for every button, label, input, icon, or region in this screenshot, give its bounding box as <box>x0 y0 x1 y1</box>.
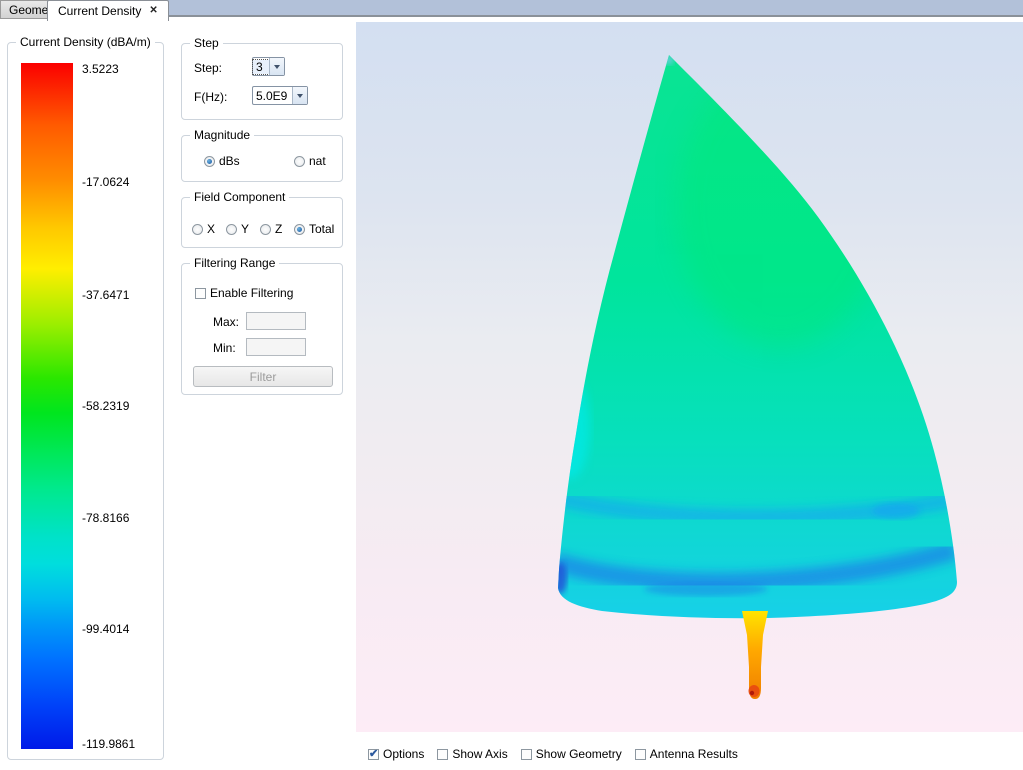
close-icon[interactable]: ✕ <box>149 6 157 16</box>
cone-tip-highlight <box>664 55 674 65</box>
radio-icon[interactable] <box>294 156 305 167</box>
step-dropdown-value: 3 <box>253 60 269 74</box>
freq-dropdown-value: 5.0E9 <box>253 89 292 103</box>
radio-nat[interactable]: nat <box>294 154 326 168</box>
chevron-down-icon[interactable] <box>292 87 307 104</box>
tab-bar: Geometry Current Density ✕ <box>0 0 1023 21</box>
show-axis-label: Show Axis <box>452 747 507 761</box>
checkbox-icon[interactable]: ✔ <box>521 749 532 760</box>
colorbar-tick: -119.9861 <box>82 737 162 751</box>
step-panel-title: Step <box>190 36 223 50</box>
radio-icon[interactable] <box>294 224 305 235</box>
viewport-3d[interactable] <box>356 22 1023 732</box>
magnitude-panel-title: Magnitude <box>190 128 254 142</box>
radio-x-label: X <box>207 222 215 236</box>
feed-pin-hotspot-core <box>750 691 754 695</box>
enable-filtering-label: Enable Filtering <box>210 286 293 300</box>
step-panel: Step Step: 3 F(Hz): 5.0E9 <box>181 43 343 120</box>
field-component-panel: Field Component X Y Z Total <box>181 197 343 248</box>
step-label: Step: <box>194 61 222 75</box>
colorbar-tick: -78.8166 <box>82 511 162 525</box>
enable-filtering-checkbox[interactable]: ✔ Enable Filtering <box>195 286 293 300</box>
radio-dbs[interactable]: dBs <box>204 154 240 168</box>
colorbar-tick: 3.5223 <box>82 62 162 76</box>
tab-current-density-label: Current Density <box>58 4 141 18</box>
band-spot-left <box>553 562 567 594</box>
checkbox-icon[interactable]: ✔ <box>368 749 379 760</box>
feed-pin-hotspot <box>749 685 760 697</box>
antenna-results-checkbox[interactable]: ✔ Antenna Results <box>635 747 738 761</box>
checkbox-icon[interactable]: ✔ <box>195 288 206 299</box>
magnitude-panel: Magnitude dBs nat <box>181 135 343 182</box>
radio-icon[interactable] <box>226 224 237 235</box>
tabstrip-background <box>162 0 1023 17</box>
green-accent-region <box>676 67 886 347</box>
radio-icon[interactable] <box>204 156 215 167</box>
colorbar-tick: -17.0624 <box>82 175 162 189</box>
max-label: Max: <box>213 315 239 329</box>
band-spot-center <box>644 582 768 596</box>
field-component-title: Field Component <box>190 190 289 204</box>
show-geometry-label: Show Geometry <box>536 747 622 761</box>
freq-dropdown[interactable]: 5.0E9 <box>252 86 308 105</box>
radio-icon[interactable] <box>192 224 203 235</box>
filtering-range-panel: Filtering Range ✔ Enable Filtering Max: … <box>181 263 343 395</box>
show-geometry-checkbox[interactable]: ✔ Show Geometry <box>521 747 622 761</box>
colorbar-tick: -58.2319 <box>82 399 162 413</box>
step-dropdown[interactable]: 3 <box>252 57 285 76</box>
colorbar-title: Current Density (dBA/m) <box>16 35 155 49</box>
radio-nat-label: nat <box>309 154 326 168</box>
radio-dbs-label: dBs <box>219 154 240 168</box>
max-input[interactable] <box>246 312 306 330</box>
options-checkbox[interactable]: ✔ Options <box>368 747 424 761</box>
radio-icon[interactable] <box>260 224 271 235</box>
radio-y-label: Y <box>241 222 249 236</box>
radio-z-label: Z <box>275 222 282 236</box>
options-label: Options <box>383 747 424 761</box>
viewport-toolbar: ✔ Options ✔ Show Axis ✔ Show Geometry ✔ … <box>368 747 738 761</box>
antenna-results-label: Antenna Results <box>650 747 738 761</box>
tab-current-density[interactable]: Current Density ✕ <box>47 0 169 21</box>
checkbox-icon[interactable]: ✔ <box>635 749 646 760</box>
min-label: Min: <box>213 341 236 355</box>
radio-total-label: Total <box>309 222 334 236</box>
radio-total[interactable]: Total <box>294 222 334 236</box>
colorbar-gradient <box>21 63 73 749</box>
colorbar-tick: -99.4014 <box>82 622 162 636</box>
radio-z[interactable]: Z <box>260 222 282 236</box>
chevron-down-icon[interactable] <box>269 58 284 75</box>
radio-x[interactable]: X <box>192 222 215 236</box>
radio-y[interactable]: Y <box>226 222 249 236</box>
filtering-range-title: Filtering Range <box>190 256 279 270</box>
cyan-patch <box>550 375 590 479</box>
colorbar-tick: -37.6471 <box>82 288 162 302</box>
colorbar-panel: Current Density (dBA/m) 3.5223 -17.0624 … <box>7 42 164 760</box>
band-spot-right <box>872 503 920 519</box>
show-axis-checkbox[interactable]: ✔ Show Axis <box>437 747 507 761</box>
min-input[interactable] <box>246 338 306 356</box>
antenna-current-plot <box>356 22 1023 732</box>
checkbox-icon[interactable]: ✔ <box>437 749 448 760</box>
freq-label: F(Hz): <box>194 90 227 104</box>
filter-button[interactable]: Filter <box>193 366 333 387</box>
